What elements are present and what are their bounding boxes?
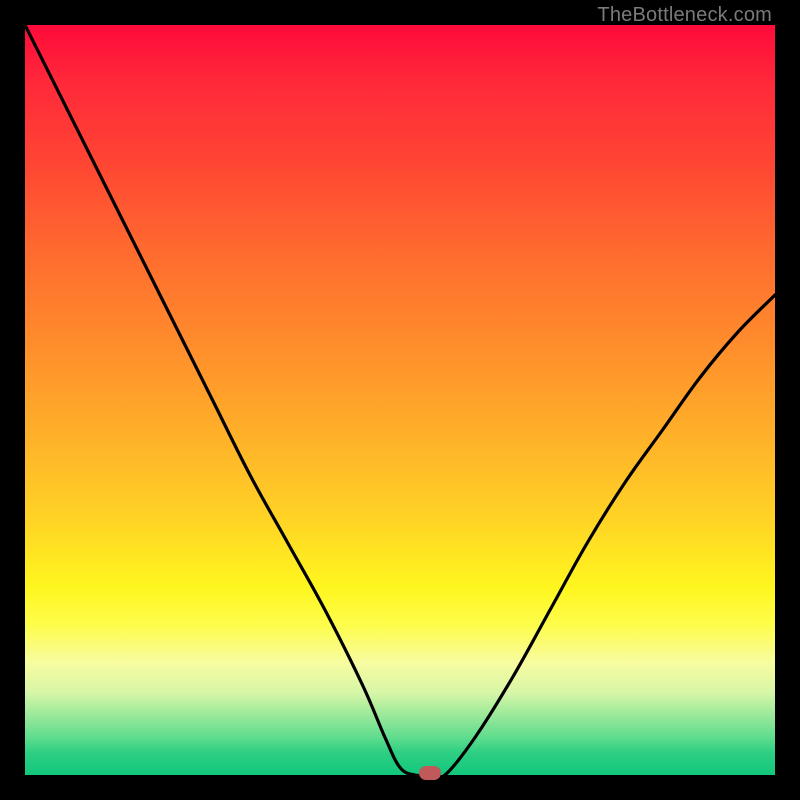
plot-area xyxy=(25,25,775,775)
watermark-text: TheBottleneck.com xyxy=(597,4,772,27)
curve-path xyxy=(25,25,775,775)
chart-frame: TheBottleneck.com xyxy=(0,0,800,800)
bottleneck-curve xyxy=(25,25,775,775)
optimal-point-marker xyxy=(419,766,441,780)
